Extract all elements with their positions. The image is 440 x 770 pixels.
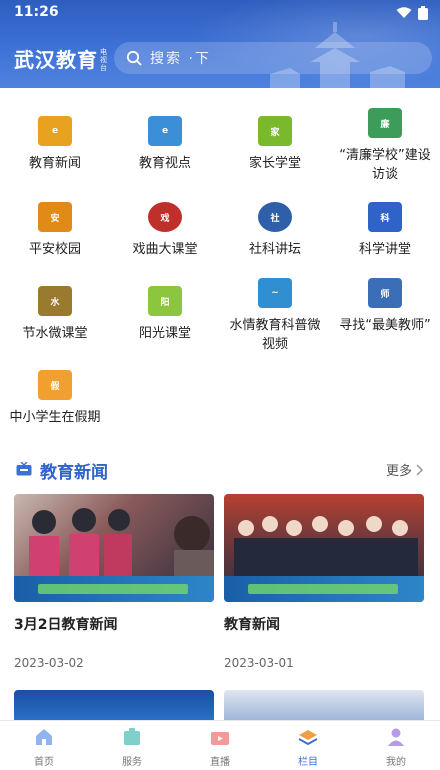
social-science-icon: 社 (258, 202, 292, 232)
news-card[interactable]: 教育新闻 2023-03-01 (224, 494, 424, 670)
search-placeholder: 搜索 ·下 (150, 51, 211, 67)
clean-school-icon: 廉 (368, 108, 402, 138)
e-news-icon: e (38, 116, 72, 146)
news-title: 3月2日教育新闻 (14, 617, 118, 633)
tab-label: 栏目 (298, 757, 318, 768)
tab-live[interactable]: 直播 (176, 721, 264, 770)
category-item[interactable]: ~ 水情教育科普微视频 (220, 278, 330, 354)
news-card[interactable]: 3月2日教育新闻 2023-03-02 (14, 494, 214, 670)
column-icon (298, 730, 318, 746)
holiday-icon: 假 (38, 370, 72, 400)
news-thumbnail (224, 494, 424, 602)
tab-label: 服务 (122, 757, 142, 768)
tab-label: 直播 (210, 757, 230, 768)
tab-column[interactable]: 栏目 (264, 721, 352, 770)
category-item[interactable]: 戏 戏曲大课堂 (110, 202, 220, 259)
science-icon: 科 (368, 202, 402, 232)
category-label: 水情教育科普微视频 (229, 318, 321, 352)
news-card-partial[interactable] (224, 690, 424, 720)
search-bar[interactable]: 搜索 ·下 (114, 42, 432, 74)
more-link[interactable]: 更多 (386, 460, 424, 479)
category-item[interactable]: 水 节水微课堂 (0, 286, 110, 343)
category-label: 教育视点 (138, 156, 191, 171)
chevron-right-icon (416, 463, 424, 476)
tab-service[interactable]: 服务 (88, 721, 176, 770)
bottom-tab-bar: 首页 服务 直播 栏目 我的 (0, 720, 440, 770)
news-date: 2023-03-02 (14, 656, 84, 670)
category-item[interactable]: 社 社科讲坛 (220, 202, 330, 259)
tab-label: 首页 (34, 757, 54, 768)
category-item[interactable]: 科 科学讲堂 (330, 202, 440, 259)
category-label: “清廉学校”建设访谈 (339, 148, 431, 182)
search-icon (126, 50, 142, 66)
category-item[interactable]: 廉 “清廉学校”建设访谈 (330, 108, 440, 184)
news-caption-strip (38, 584, 188, 594)
profile-icon (388, 728, 404, 746)
news-card-partial[interactable] (14, 690, 214, 720)
e-view-icon: e (148, 116, 182, 146)
safe-campus-icon: 安 (38, 202, 72, 232)
parent-school-icon: 家 (258, 116, 292, 146)
category-label: 寻找“最美教师” (339, 318, 431, 333)
status-time: 11:26 (14, 4, 59, 20)
category-item[interactable]: 师 寻找“最美教师” (330, 278, 440, 335)
category-item[interactable]: 家 家长学堂 (220, 116, 330, 173)
category-item[interactable]: e 教育视点 (110, 116, 220, 173)
battery-icon (418, 6, 428, 20)
section-header: 教育新闻 更多 (0, 454, 440, 484)
category-item[interactable]: 安 平安校园 (0, 202, 110, 259)
brand-subtitle: 电视台 (100, 48, 107, 72)
water-saving-icon: 水 (38, 286, 72, 316)
news-title: 教育新闻 (224, 617, 280, 633)
service-icon (124, 728, 140, 745)
status-icons (396, 6, 428, 20)
live-icon (211, 732, 229, 745)
opera-icon: 戏 (148, 202, 182, 232)
tab-profile[interactable]: 我的 (352, 721, 440, 770)
home-icon (36, 729, 52, 745)
category-label: 社科讲坛 (248, 242, 301, 257)
section-title: 教育新闻 (40, 463, 108, 483)
news-thumbnail (14, 494, 214, 602)
category-label: 科学讲堂 (358, 242, 411, 257)
category-label: 节水微课堂 (22, 326, 88, 341)
category-label: 教育新闻 (28, 156, 81, 171)
category-label: 家长学堂 (248, 156, 301, 171)
news-caption-strip (248, 584, 398, 594)
category-label: 戏曲大课堂 (132, 242, 198, 257)
category-label: 平安校园 (28, 242, 81, 257)
more-label: 更多 (385, 464, 412, 479)
status-bar: 11:26 (0, 0, 440, 26)
best-teacher-icon: 师 (368, 278, 402, 308)
category-item[interactable]: 假 中小学生在假期 (0, 370, 110, 427)
news-date: 2023-03-01 (224, 656, 294, 670)
category-item[interactable]: e 教育新闻 (0, 116, 110, 173)
category-label: 阳光课堂 (138, 326, 191, 341)
brand-title: 武汉教育 (14, 48, 98, 72)
category-label: 中小学生在假期 (9, 410, 101, 425)
tv-icon (16, 462, 32, 476)
wifi-icon (396, 7, 412, 18)
category-item[interactable]: 阳 阳光课堂 (110, 286, 220, 343)
sunshine-icon: 阳 (148, 286, 182, 316)
tab-home[interactable]: 首页 (0, 721, 88, 770)
app-header: 11:26 武汉教育 电视台 搜索 ·下 (0, 0, 440, 88)
water-education-icon: ~ (258, 278, 292, 308)
tab-label: 我的 (386, 757, 406, 768)
